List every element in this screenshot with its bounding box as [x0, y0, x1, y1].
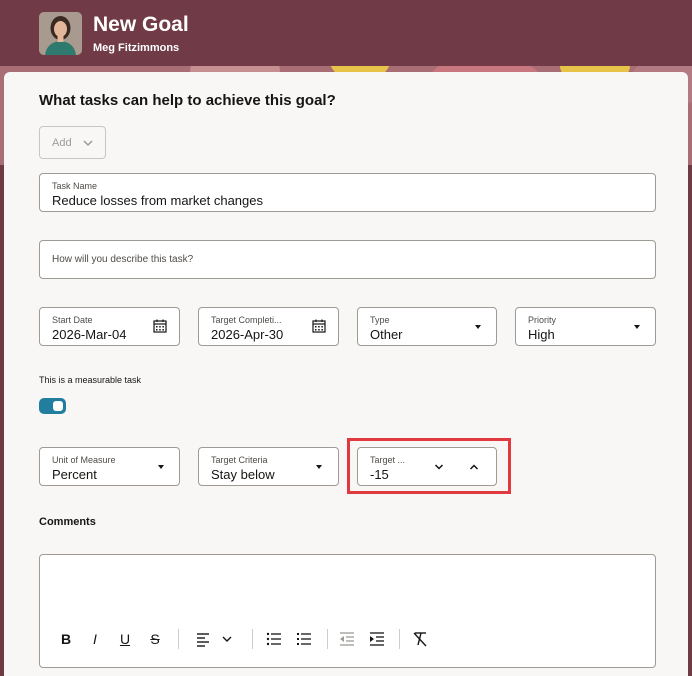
target-completion-label: Target Completi... — [211, 315, 282, 325]
target-criteria-label: Target Criteria — [211, 455, 268, 465]
chevron-down-icon — [83, 140, 93, 147]
italic-button[interactable]: I — [86, 630, 104, 648]
user-name: Meg Fitzimmons — [93, 42, 180, 54]
strikethrough-button[interactable]: S — [146, 630, 164, 648]
caret-down-icon — [475, 325, 481, 329]
target-criteria-select[interactable]: Target Criteria Stay below — [198, 447, 339, 486]
calendar-icon[interactable] — [311, 318, 327, 334]
priority-label: Priority — [528, 315, 557, 325]
target-completion-value: 2026-Apr-30 — [211, 327, 284, 342]
type-select[interactable]: Type Other — [357, 307, 497, 346]
start-date-value: 2026-Mar-04 — [52, 327, 127, 342]
toolbar-divider — [399, 629, 400, 649]
target-highlight-box — [347, 438, 511, 494]
toolbar-divider — [252, 629, 253, 649]
task-name-label: Task Name — [52, 181, 98, 191]
page-header: New Goal Meg Fitzimmons — [0, 0, 692, 66]
start-date-field[interactable]: Start Date 2026-Mar-04 — [39, 307, 180, 346]
start-date-label: Start Date — [52, 315, 93, 325]
unit-of-measure-select[interactable]: Unit of Measure Percent — [39, 447, 180, 486]
caret-down-icon — [158, 465, 164, 469]
bold-button[interactable]: B — [57, 630, 75, 648]
outdent-icon[interactable] — [338, 630, 356, 648]
unit-of-measure-label: Unit of Measure — [52, 455, 116, 465]
calendar-icon[interactable] — [152, 318, 168, 334]
measurable-toggle[interactable] — [39, 398, 66, 414]
task-name-value: Reduce losses from market changes — [52, 193, 263, 208]
chevron-down-icon[interactable] — [218, 630, 236, 648]
numbered-list-icon[interactable] — [295, 630, 313, 648]
add-label: Add — [52, 137, 72, 149]
description-field[interactable]: How will you describe this task? — [39, 240, 656, 279]
avatar — [39, 12, 82, 55]
measurable-label: This is a measurable task — [39, 375, 142, 385]
indent-icon[interactable] — [368, 630, 386, 648]
target-criteria-value: Stay below — [211, 467, 275, 482]
clear-formatting-icon[interactable] — [411, 630, 429, 648]
task-name-field[interactable]: Task Name Reduce losses from market chan… — [39, 173, 656, 212]
toolbar-divider — [178, 629, 179, 649]
description-placeholder: How will you describe this task? — [52, 254, 194, 265]
toggle-knob — [53, 401, 63, 411]
type-value: Other — [370, 327, 403, 342]
toolbar-divider — [327, 629, 328, 649]
unit-of-measure-value: Percent — [52, 467, 97, 482]
section-heading: What tasks can help to achieve this goal… — [39, 92, 336, 109]
page-title: New Goal — [93, 13, 189, 36]
comments-editor[interactable]: B I U S — [39, 554, 656, 668]
bullet-list-icon[interactable] — [265, 630, 283, 648]
caret-down-icon — [634, 325, 640, 329]
align-left-icon[interactable] — [195, 630, 213, 648]
type-label: Type — [370, 315, 390, 325]
priority-select[interactable]: Priority High — [515, 307, 656, 346]
target-completion-field[interactable]: Target Completi... 2026-Apr-30 — [198, 307, 339, 346]
caret-down-icon — [316, 465, 322, 469]
add-button[interactable]: Add — [39, 126, 106, 159]
underline-button[interactable]: U — [116, 630, 134, 648]
comments-label: Comments — [39, 516, 96, 528]
priority-value: High — [528, 327, 555, 342]
